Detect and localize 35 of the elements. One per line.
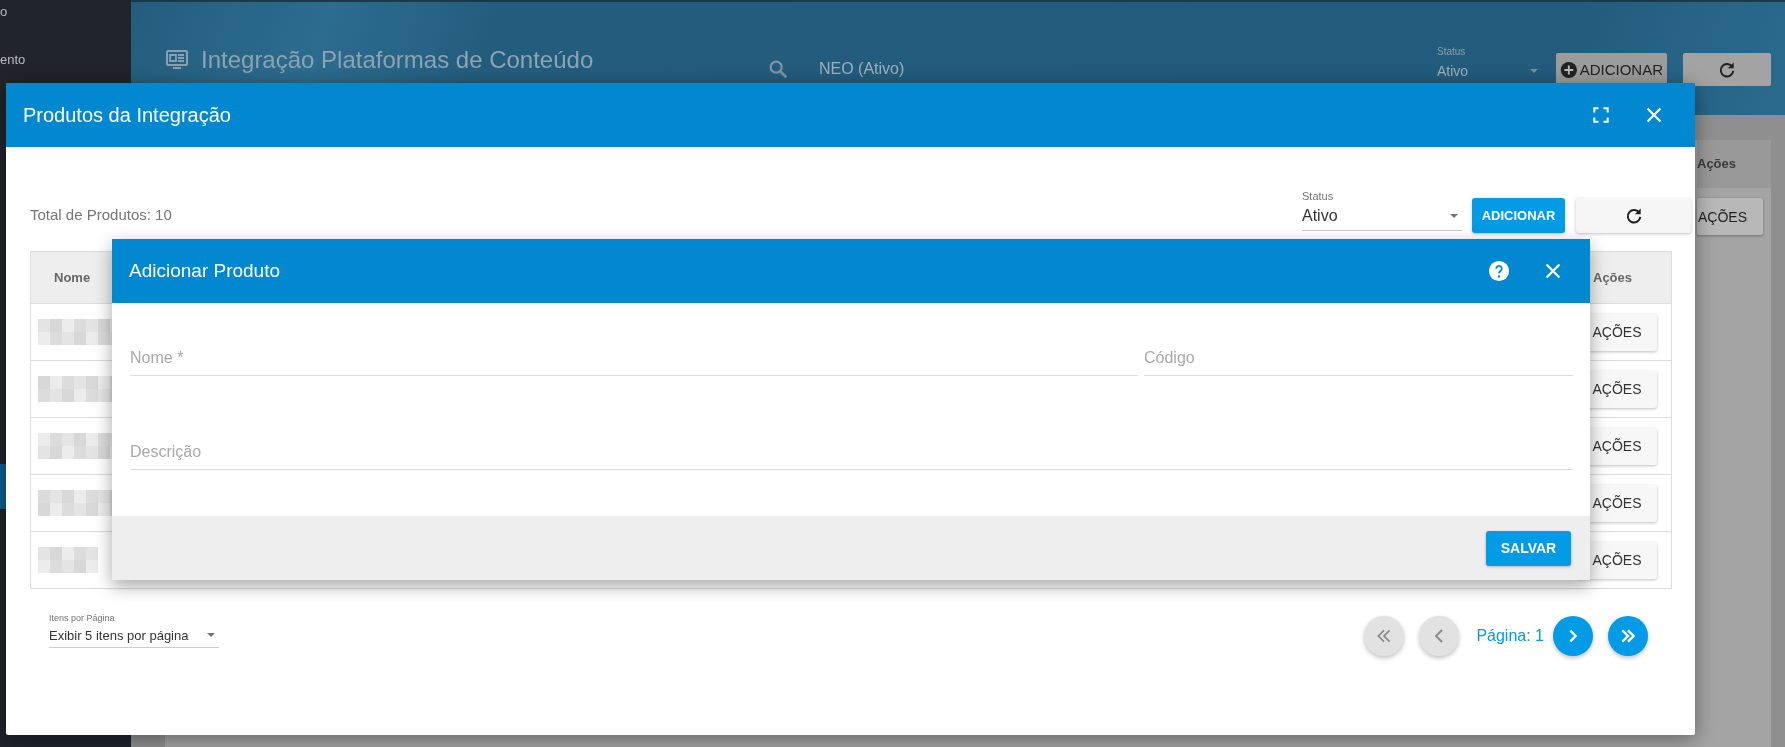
dialog-title: Adicionar Produto bbox=[129, 260, 282, 282]
column-header: Nome bbox=[54, 270, 91, 285]
input-field[interactable]: Descrição bbox=[130, 434, 1573, 470]
blurred-text bbox=[38, 547, 98, 573]
help-icon[interactable] bbox=[1488, 260, 1510, 282]
fullscreen-icon[interactable] bbox=[1591, 105, 1611, 125]
column-header: Ações bbox=[1593, 270, 1633, 285]
page-size-value: Exibir 5 itens por página bbox=[49, 627, 189, 643]
status-value: Ativo bbox=[1302, 207, 1338, 225]
refresh-button[interactable] bbox=[1683, 53, 1771, 86]
page-size-label: Itens por Página bbox=[49, 613, 116, 623]
column-header: Ações bbox=[1697, 140, 1771, 188]
chevron-right-icon bbox=[1569, 629, 1577, 643]
monitor-icon bbox=[165, 48, 189, 72]
refresh-button[interactable] bbox=[1576, 198, 1691, 233]
status-value: Ativo bbox=[1437, 63, 1469, 79]
last-page-button[interactable] bbox=[1608, 616, 1648, 656]
page-title: Integração Plataformas de Conteúdo bbox=[201, 46, 594, 74]
page-number: Página: 1 bbox=[1476, 627, 1544, 645]
search-value: NEO (Ativo) bbox=[819, 60, 905, 78]
status-label: Status bbox=[1302, 190, 1335, 202]
page-size-select[interactable]: Itens por Página Exibir 5 itens por página bbox=[49, 613, 219, 648]
status-label: Status bbox=[1437, 46, 1467, 57]
total-count: Total de Produtos: 10 bbox=[30, 206, 173, 225]
input-field[interactable]: Código bbox=[1144, 340, 1573, 376]
double-chevron-right-icon bbox=[1621, 629, 1635, 643]
chevron-left-icon bbox=[1435, 629, 1444, 643]
actions-button[interactable]: AÇÕES bbox=[1697, 198, 1763, 235]
status-select[interactable]: Status Ativo bbox=[1302, 190, 1462, 231]
sidebar-item[interactable]: o bbox=[0, 2, 131, 50]
double-chevron-left-icon bbox=[1377, 629, 1392, 643]
search-icon[interactable] bbox=[767, 58, 789, 80]
dialog-title: Produtos da Integração bbox=[23, 103, 232, 127]
next-page-button[interactable] bbox=[1553, 616, 1593, 656]
input-field[interactable]: Nome * bbox=[130, 340, 1138, 376]
